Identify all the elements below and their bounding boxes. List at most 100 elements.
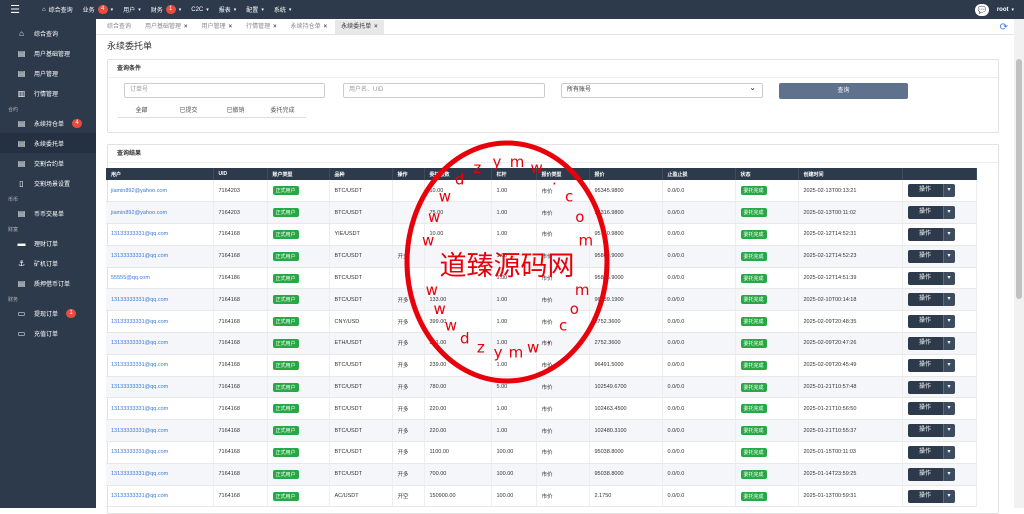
sidebar-item[interactable]: ▤ 永续持仓单 4 xyxy=(0,113,96,133)
user-link[interactable]: jiamin892@yahoo.com xyxy=(111,188,167,194)
action-button-label[interactable]: 操作 xyxy=(907,336,943,350)
action-button[interactable]: 操作 ▾ xyxy=(907,227,955,241)
action-button-label[interactable]: 操作 xyxy=(907,358,943,372)
action-button[interactable]: 操作 ▾ xyxy=(907,424,955,438)
action-button-label[interactable]: 操作 xyxy=(907,315,943,329)
action-button[interactable]: 操作 ▾ xyxy=(907,358,955,372)
tab[interactable]: 行情管理 × xyxy=(240,20,283,34)
action-button[interactable]: 操作 ▾ xyxy=(907,293,955,307)
action-button[interactable]: 操作 ▾ xyxy=(907,336,955,350)
action-button-label[interactable]: 操作 xyxy=(907,271,943,285)
sidebar-item[interactable]: ▤ 永续委托单 xyxy=(0,133,96,153)
top-nav-item[interactable]: 用户 ▾ xyxy=(123,5,141,15)
user-menu[interactable]: root ▾ xyxy=(997,7,1014,13)
action-button-label[interactable]: 操作 xyxy=(907,227,943,241)
close-icon[interactable]: × xyxy=(324,20,328,34)
action-button-label[interactable]: 操作 xyxy=(907,424,943,438)
user-link[interactable]: 13133333331@qq.com xyxy=(111,340,168,346)
sidebar-item[interactable]: ▤ 币币交易单 xyxy=(0,203,96,223)
user-link[interactable]: 13133333331@qq.com xyxy=(111,319,168,325)
sidebar-item[interactable]: ⌂ 综合查询 xyxy=(0,23,96,43)
action-button[interactable]: 操作 ▾ xyxy=(907,249,955,263)
sidebar-item[interactable]: ▥ 行情管理 xyxy=(0,83,96,103)
user-link[interactable]: 13133333331@qq.com xyxy=(111,297,168,303)
chevron-down-icon[interactable]: ▾ xyxy=(942,358,955,372)
close-icon[interactable]: × xyxy=(374,20,378,34)
action-button-label[interactable]: 操作 xyxy=(907,402,943,416)
sidebar-item[interactable]: ▭ 充值订单 xyxy=(0,323,96,343)
sidebar-item[interactable]: ▤ 质押借币订单 xyxy=(0,273,96,293)
top-nav-item[interactable]: 财务 1 ▾ xyxy=(151,5,181,14)
action-button[interactable]: 操作 ▾ xyxy=(907,315,955,329)
refresh-icon[interactable]: ⟳ xyxy=(1000,22,1008,33)
filter-tab[interactable]: 已提交 xyxy=(165,104,212,118)
chevron-down-icon[interactable]: ▾ xyxy=(942,249,955,263)
chevron-down-icon[interactable]: ▾ xyxy=(942,489,955,503)
action-button-label[interactable]: 操作 xyxy=(907,184,943,198)
top-nav-item[interactable]: 配置 ▾ xyxy=(246,5,264,15)
order-no-input[interactable]: 订单号 xyxy=(124,83,325,98)
tab[interactable]: 永续委托单 × xyxy=(335,20,384,34)
user-link[interactable]: 13133333331@qq.com xyxy=(111,428,168,434)
scrollbar-thumb[interactable] xyxy=(1016,59,1022,299)
action-button[interactable]: 操作 ▾ xyxy=(907,489,955,503)
top-nav-item[interactable]: 系统 ▾ xyxy=(274,5,292,15)
action-button[interactable]: 操作 ▾ xyxy=(907,184,955,198)
action-button-label[interactable]: 操作 xyxy=(907,293,943,307)
chevron-down-icon[interactable]: ▾ xyxy=(942,336,955,350)
chevron-down-icon[interactable]: ▾ xyxy=(942,293,955,307)
close-icon[interactable]: × xyxy=(229,20,233,34)
sidebar-item[interactable]: ▭ 提现订单 1 xyxy=(0,303,96,323)
user-link[interactable]: 13133333331@qq.com xyxy=(111,493,168,499)
chevron-down-icon[interactable]: ▾ xyxy=(942,315,955,329)
sidebar-item[interactable]: ⚓ 矿机订单 xyxy=(0,253,96,273)
user-search-input[interactable]: 用户名、UID xyxy=(343,83,545,98)
user-link[interactable]: 13133333331@qq.com xyxy=(111,449,168,455)
action-button-label[interactable]: 操作 xyxy=(907,380,943,394)
chevron-down-icon[interactable]: ▾ xyxy=(942,271,955,285)
tab[interactable]: 综合查询 xyxy=(101,20,137,34)
user-link[interactable]: 13133333331@qq.com xyxy=(111,384,168,390)
top-nav-item[interactable]: 业务 4 ▾ xyxy=(83,5,113,14)
filter-tab[interactable]: 已撤销 xyxy=(212,104,259,118)
chevron-down-icon[interactable]: ▾ xyxy=(942,227,955,241)
user-link[interactable]: 13133333331@qq.com xyxy=(111,362,168,368)
search-button[interactable]: 查询 xyxy=(779,83,908,99)
chevron-down-icon[interactable]: ▾ xyxy=(942,445,955,459)
top-nav-item[interactable]: 报表 ▾ xyxy=(219,5,237,15)
chevron-down-icon[interactable]: ▾ xyxy=(942,206,955,220)
tab[interactable]: 用户管理 × xyxy=(196,20,239,34)
chevron-down-icon[interactable]: ▾ xyxy=(942,380,955,394)
action-button-label[interactable]: 操作 xyxy=(907,445,943,459)
filter-tab[interactable]: 委托完成 xyxy=(259,104,306,118)
filter-tab[interactable]: 全部 xyxy=(118,104,165,118)
sidebar-item[interactable]: ▤ 用户基础管理 xyxy=(0,43,96,63)
chevron-down-icon[interactable]: ▾ xyxy=(942,402,955,416)
top-nav-item[interactable]: ⌂ 综合查询 xyxy=(42,5,73,15)
chevron-down-icon[interactable]: ▾ xyxy=(942,184,955,198)
chevron-down-icon[interactable]: ▾ xyxy=(942,467,955,481)
action-button-label[interactable]: 操作 xyxy=(907,206,943,220)
chat-icon[interactable]: 💬 xyxy=(974,3,989,16)
action-button[interactable]: 操作 ▾ xyxy=(907,380,955,394)
action-button[interactable]: 操作 ▾ xyxy=(907,467,955,481)
user-link[interactable]: 13133333331@qq.com xyxy=(111,406,168,412)
account-select[interactable]: 所有账号 xyxy=(561,81,763,98)
action-button[interactable]: 操作 ▾ xyxy=(907,271,955,285)
scrollbar[interactable] xyxy=(1014,19,1024,508)
user-link[interactable]: 13133333331@qq.com xyxy=(111,471,168,477)
action-button[interactable]: 操作 ▾ xyxy=(907,445,955,459)
user-link[interactable]: 13133333331@qq.com xyxy=(111,253,168,259)
action-button-label[interactable]: 操作 xyxy=(907,249,943,263)
hamburger-menu-icon[interactable]: ☰ xyxy=(0,0,30,19)
close-icon[interactable]: × xyxy=(184,20,188,34)
sidebar-item[interactable]: ▬ 理财订单 xyxy=(0,233,96,253)
close-icon[interactable]: × xyxy=(273,20,277,34)
action-button-label[interactable]: 操作 xyxy=(907,467,943,481)
chevron-down-icon[interactable]: ▾ xyxy=(942,424,955,438)
user-link[interactable]: 55555@qq.com xyxy=(111,275,150,281)
sidebar-item[interactable]: ▯ 交割场景设置 xyxy=(0,173,96,193)
user-link[interactable]: jiamin892@yahoo.com xyxy=(111,210,167,216)
user-link[interactable]: 13133333331@qq.com xyxy=(111,231,168,237)
tab[interactable]: 用户基础管理 × xyxy=(139,20,194,34)
